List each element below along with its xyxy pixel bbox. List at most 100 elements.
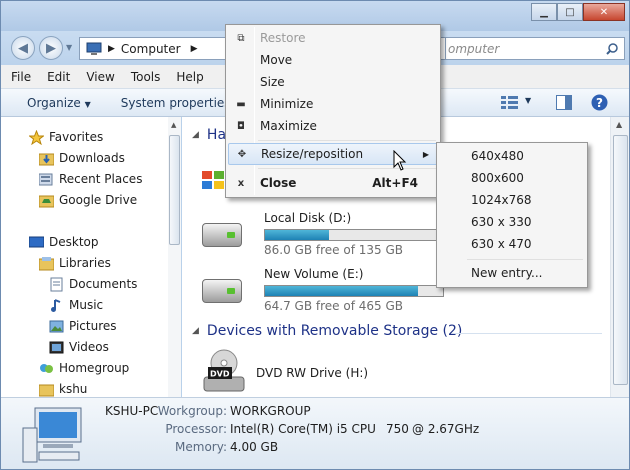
- back-button[interactable]: ◀: [11, 36, 35, 60]
- drive-dvd-h[interactable]: DVD DVD RW Drive (H:): [202, 349, 402, 393]
- sidebar-item-videos[interactable]: Videos: [49, 337, 109, 357]
- submenu-item-1024x768[interactable]: 1024x768: [471, 193, 532, 207]
- forward-button[interactable]: ▶: [39, 36, 63, 60]
- menu-help[interactable]: Help: [176, 70, 203, 84]
- group-header-removable-storage[interactable]: ◢ Devices with Removable Storage (2): [192, 323, 462, 339]
- menu-item-maximize[interactable]: ◘ Maximize: [228, 115, 438, 137]
- dvd-drive-icon: DVD: [203, 349, 245, 392]
- music-note-icon: [49, 298, 64, 313]
- videos-icon: [49, 340, 64, 355]
- processor-model: 750: [386, 422, 409, 436]
- close-button[interactable]: ✕: [583, 3, 625, 21]
- organize-label: Organize: [27, 95, 81, 110]
- scroll-up-icon[interactable]: ▲: [171, 121, 176, 129]
- workgroup-value: WORKGROUP: [230, 404, 311, 418]
- collapse-arrow-icon[interactable]: ◢: [192, 130, 199, 140]
- sidebar-item-label: Downloads: [59, 151, 125, 165]
- search-input[interactable]: omputer: [445, 37, 625, 60]
- navigation-scrollbar[interactable]: ▲: [168, 117, 181, 397]
- recent-pages-dropdown[interactable]: ▼: [66, 43, 72, 52]
- windows-logo-icon: [202, 169, 226, 194]
- sidebar-item-label: Pictures: [69, 319, 117, 333]
- maximize-icon: ◘: [237, 120, 245, 132]
- sidebar-item-label: Desktop: [49, 235, 99, 249]
- drive-local-disk-d[interactable]: Local Disk (D:) 86.0 GB free of 135 GB: [202, 211, 444, 257]
- processor-value: Intel(R) Core(TM) i5 CPU: [230, 422, 376, 436]
- sidebar-item-documents[interactable]: Documents: [49, 274, 137, 294]
- close-icon: x: [237, 177, 245, 189]
- move-arrows-icon: ✥: [237, 148, 247, 160]
- menu-file[interactable]: File: [11, 70, 31, 84]
- pictures-icon: [49, 319, 64, 334]
- menu-item-close[interactable]: x Close Alt+F4: [228, 172, 438, 194]
- menu-item-label: Minimize: [260, 97, 314, 111]
- submenu-item-640x480[interactable]: 640x480: [471, 149, 524, 163]
- scroll-up-icon[interactable]: ▲: [616, 120, 622, 129]
- collapse-arrow-icon[interactable]: ◢: [192, 326, 199, 336]
- menu-view[interactable]: View: [86, 70, 114, 84]
- menu-tools[interactable]: Tools: [131, 70, 161, 84]
- sidebar-item-desktop[interactable]: Desktop: [28, 232, 99, 252]
- resize-submenu: 640x480 800x600 1024x768 630 x 330 630 x…: [436, 142, 588, 288]
- sidebar-item-label: Documents: [69, 277, 138, 291]
- view-dropdown-icon[interactable]: ▼: [525, 96, 531, 105]
- drive-usage-bar: [264, 229, 444, 241]
- view-options-button[interactable]: [501, 95, 519, 112]
- sidebar-item-pictures[interactable]: Pictures: [49, 316, 117, 336]
- drive-free-space: 86.0 GB free of 135 GB: [264, 243, 403, 257]
- memory-value: 4.00 GB: [230, 440, 279, 454]
- menu-item-restore[interactable]: ⧉ Restore: [228, 27, 438, 49]
- sidebar-item-homegroup[interactable]: Homegroup: [39, 358, 129, 378]
- mouse-cursor-icon: [393, 150, 407, 171]
- system-context-menu: ⧉ Restore Move Size ▬ Minimize ◘ Maximiz…: [225, 24, 441, 198]
- sidebar-item-google-drive[interactable]: Google Drive: [38, 190, 137, 210]
- dvd-badge: DVD: [210, 370, 230, 379]
- sidebar-item-user[interactable]: kshu: [38, 379, 87, 397]
- menu-item-size[interactable]: Size: [228, 71, 438, 93]
- menu-item-minimize[interactable]: ▬ Minimize: [228, 93, 438, 115]
- sidebar-item-label: Homegroup: [59, 361, 130, 375]
- submenu-item-new-entry[interactable]: New entry...: [471, 266, 542, 280]
- drive-name: Local Disk (D:): [264, 211, 352, 225]
- drive-name: New Volume (E:): [264, 267, 364, 281]
- sidebar-item-downloads[interactable]: Downloads: [38, 148, 125, 168]
- google-drive-folder-icon: [38, 193, 55, 208]
- preview-pane-button[interactable]: [556, 95, 572, 113]
- libraries-icon: [38, 256, 55, 271]
- group-header-hard-disks[interactable]: ◢ Ha: [192, 127, 226, 143]
- downloads-folder-icon: [38, 151, 55, 166]
- sidebar-item-label: Libraries: [59, 256, 111, 270]
- group-header-label: Devices with Removable Storage (2): [206, 323, 463, 339]
- menu-separator: [467, 259, 583, 260]
- menu-item-label: Size: [260, 75, 285, 89]
- maximize-button[interactable]: □: [557, 3, 583, 21]
- content-scroll-thumb[interactable]: [613, 135, 628, 385]
- drive-name: DVD RW Drive (H:): [256, 366, 369, 380]
- submenu-item-800x600[interactable]: 800x600: [471, 171, 524, 185]
- workgroup-label: Workgroup:: [157, 404, 227, 418]
- submenu-item-630x330[interactable]: 630 x 330: [471, 215, 532, 229]
- help-icon: ?: [591, 94, 608, 111]
- sidebar-item-favorites[interactable]: Favorites: [28, 127, 103, 147]
- menu-edit[interactable]: Edit: [47, 70, 70, 84]
- chevron-down-icon: ▼: [84, 99, 91, 109]
- hard-disk-icon: [202, 223, 242, 247]
- content-scrollbar[interactable]: ▲: [610, 117, 629, 397]
- organize-button[interactable]: Organize ▼: [1, 96, 103, 110]
- system-properties-button[interactable]: System properties: [103, 96, 243, 110]
- drive-new-volume-e[interactable]: New Volume (E:) 64.7 GB free of 465 GB: [202, 267, 444, 313]
- address-location: Computer: [120, 41, 181, 56]
- navigation-scroll-thumb[interactable]: [169, 135, 180, 245]
- minimize-button[interactable]: ▁: [531, 3, 557, 21]
- star-icon: [28, 129, 45, 145]
- group-divider: [452, 333, 602, 334]
- submenu-item-630x470[interactable]: 630 x 470: [471, 237, 532, 251]
- breadcrumb-arrow-icon: ▶: [108, 43, 115, 54]
- restore-icon: ⧉: [237, 32, 245, 44]
- menu-item-move[interactable]: Move: [228, 49, 438, 71]
- sidebar-item-libraries[interactable]: Libraries: [38, 253, 111, 273]
- search-icon[interactable]: [606, 42, 618, 55]
- sidebar-item-music[interactable]: Music: [49, 295, 103, 315]
- sidebar-item-recent-places[interactable]: Recent Places: [38, 169, 142, 189]
- help-button[interactable]: ?: [591, 94, 608, 114]
